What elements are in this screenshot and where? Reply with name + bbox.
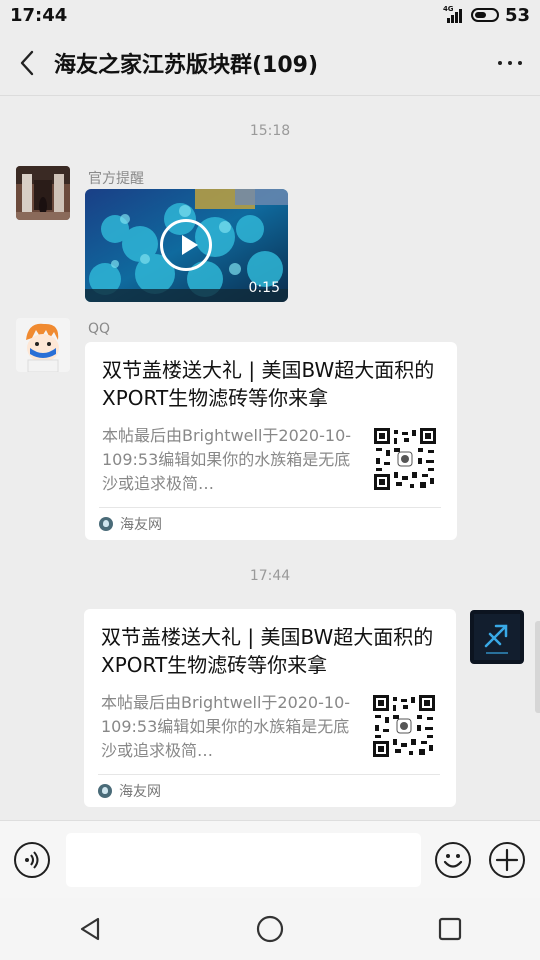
video-message[interactable]: 0:15 <box>85 189 288 302</box>
timestamp: 15:18 <box>249 123 291 139</box>
avatar-photo-icon <box>16 166 70 220</box>
card-source-name: 海友网 <box>119 784 161 800</box>
triangle-back-icon <box>80 917 100 941</box>
status-bar: 17:44 4G 53 <box>0 0 540 30</box>
chat-title: 海友之家江苏版块群(109) <box>54 52 319 78</box>
message-input[interactable] <box>66 833 421 887</box>
square-recents-icon <box>438 917 462 941</box>
card-source-name: 海友网 <box>120 517 162 533</box>
avatar[interactable] <box>16 318 70 372</box>
nav-back-button[interactable] <box>60 899 120 959</box>
avatar-cartoon-icon <box>16 318 70 372</box>
emoji-icon <box>443 854 463 868</box>
input-bar <box>0 820 540 898</box>
card-source: 海友网 <box>98 774 440 807</box>
status-indicators: 4G 53 <box>443 5 530 26</box>
chat-area[interactable]: 15:18 官方提醒 0:15 QQ 双节盖楼送大礼 | 美国BW超大面积的XP… <box>0 96 540 820</box>
avatar-sagittarius-icon <box>470 610 524 664</box>
battery-percent: 53 <box>504 4 530 26</box>
nav-home-button[interactable] <box>240 899 300 959</box>
more-button[interactable] <box>480 30 540 96</box>
add-button[interactable] <box>489 842 525 878</box>
sender-name: 官方提醒 <box>88 171 144 187</box>
card-description: 本帖最后由Brightwell于2020-10-109:53编辑如果你的水族箱是… <box>102 426 352 493</box>
my-avatar[interactable] <box>470 610 524 664</box>
emoji-button[interactable] <box>435 842 471 878</box>
card-source: 海友网 <box>99 507 441 540</box>
voice-button[interactable] <box>14 842 50 878</box>
plus-icon <box>495 848 519 872</box>
play-icon[interactable] <box>160 219 212 271</box>
avatar[interactable] <box>16 166 70 220</box>
voice-icon <box>25 851 39 869</box>
circle-home-icon <box>256 915 284 943</box>
link-card[interactable]: 双节盖楼送大礼 | 美国BW超大面积的XPORT生物滤砖等你来拿 本帖最后由Br… <box>84 609 456 807</box>
network-type: 4G <box>442 5 454 13</box>
qr-code-icon <box>373 695 435 757</box>
scrollbar-handle[interactable] <box>535 621 540 713</box>
link-card[interactable]: 双节盖楼送大礼 | 美国BW超大面积的XPORT生物滤砖等你来拿 本帖最后由Br… <box>85 342 457 540</box>
qr-code-icon <box>374 428 436 490</box>
system-nav-bar <box>0 898 540 960</box>
source-logo-icon <box>98 784 112 798</box>
card-description: 本帖最后由Brightwell于2020-10-109:53编辑如果你的水族箱是… <box>101 693 351 760</box>
sender-name: QQ <box>88 321 111 337</box>
chevron-left-icon <box>20 50 34 75</box>
nav-recents-button[interactable] <box>420 899 480 959</box>
back-button[interactable] <box>0 30 54 96</box>
video-duration: 0:15 <box>248 280 280 296</box>
source-logo-icon <box>99 517 113 531</box>
chat-header: 海友之家江苏版块群(109) <box>0 30 540 96</box>
card-title: 双节盖楼送大礼 | 美国BW超大面积的XPORT生物滤砖等你来拿 <box>101 625 434 677</box>
status-time: 17:44 <box>10 4 68 26</box>
signal-icon: 4G <box>442 5 465 23</box>
timestamp: 17:44 <box>249 568 291 584</box>
battery-icon <box>470 8 499 22</box>
card-title: 双节盖楼送大礼 | 美国BW超大面积的XPORT生物滤砖等你来拿 <box>102 358 435 410</box>
more-dots-icon <box>498 60 502 65</box>
